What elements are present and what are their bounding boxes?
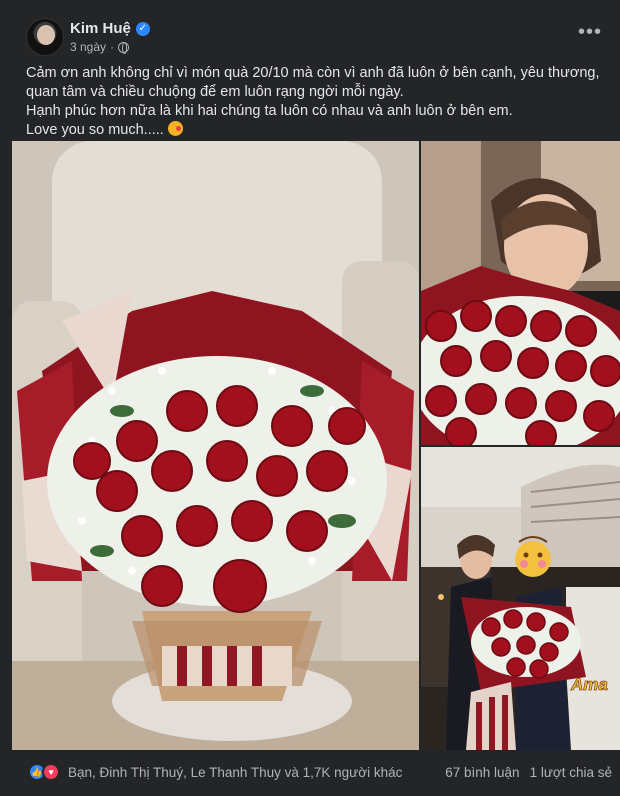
more-options-icon[interactable]: ••• bbox=[578, 22, 602, 42]
shares-count[interactable]: 1 lượt chia sẻ bbox=[530, 765, 612, 780]
photo-selfie[interactable] bbox=[421, 141, 620, 445]
comments-count[interactable]: 67 bình luận bbox=[445, 765, 519, 780]
reactions-summary[interactable]: Bạn, Đinh Thị Thuý, Le Thanh Thuy và 1,7… bbox=[68, 765, 402, 780]
bouquet-illustration bbox=[12, 141, 419, 750]
post-time[interactable]: 3 ngày bbox=[70, 40, 106, 54]
post-line-3: Love you so much..... bbox=[26, 121, 606, 140]
post-line-1: Cảm ơn anh không chỉ vì món quà 20/10 mà… bbox=[26, 65, 600, 100]
kiss-emoji-icon bbox=[167, 121, 183, 136]
overlay-text: Ama bbox=[570, 675, 608, 694]
post-card: Kim Huệ ✓ 3 ngày · ••• Cảm ơn anh không … bbox=[0, 0, 620, 796]
author-row: Kim Huệ ✓ bbox=[70, 20, 150, 37]
post-header: Kim Huệ ✓ 3 ngày · ••• bbox=[26, 14, 606, 58]
engagement-counts: 67 bình luận 1 lượt chia sẻ bbox=[445, 765, 612, 780]
photo-bouquet[interactable] bbox=[12, 141, 419, 750]
verified-badge-icon: ✓ bbox=[135, 21, 150, 36]
author-name[interactable]: Kim Huệ bbox=[70, 20, 131, 37]
post-line-2: Hạnh phúc hơn nữa là khi hai chúng ta lu… bbox=[26, 103, 513, 119]
love-reaction-icon: ♥ bbox=[42, 763, 60, 781]
post-meta: 3 ngày · bbox=[70, 40, 130, 54]
post-footer: 👍 ♥ Bạn, Đinh Thị Thuý, Le Thanh Thuy và… bbox=[0, 758, 620, 788]
photo-couple[interactable]: Ama bbox=[421, 447, 620, 750]
post-text: Cảm ơn anh không chỉ vì món quà 20/10 mà… bbox=[26, 64, 606, 140]
globe-icon bbox=[118, 41, 130, 54]
reaction-icons[interactable]: 👍 ♥ bbox=[28, 763, 60, 781]
selfie-illustration bbox=[421, 141, 620, 445]
avatar[interactable] bbox=[26, 18, 64, 56]
couple-illustration: Ama bbox=[421, 447, 620, 750]
